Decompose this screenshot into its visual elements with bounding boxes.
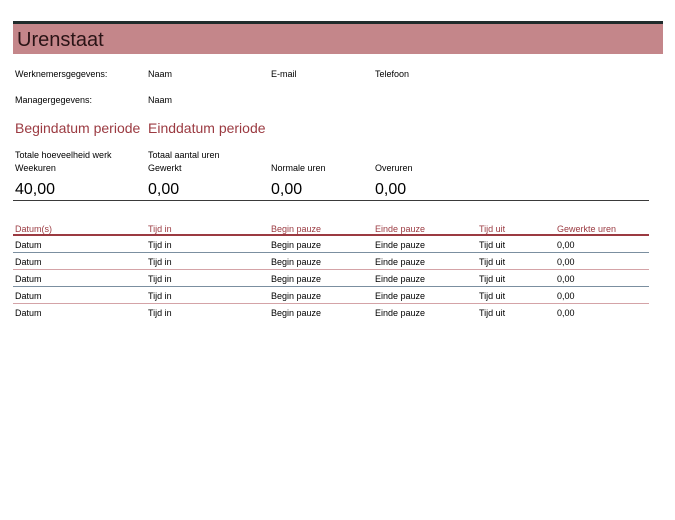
cell-time-out[interactable]: Tijd uit bbox=[479, 273, 505, 285]
cell-date[interactable]: Datum bbox=[15, 256, 42, 268]
cell-break-start[interactable]: Begin pauze bbox=[271, 307, 321, 319]
employee-info-label: Werknemersgegevens: bbox=[15, 69, 108, 79]
cell-time-out[interactable]: Tijd uit bbox=[479, 290, 505, 302]
cell-time-out[interactable]: Tijd uit bbox=[479, 256, 505, 268]
cell-time-in[interactable]: Tijd in bbox=[148, 307, 172, 319]
cell-time-in[interactable]: Tijd in bbox=[148, 290, 172, 302]
cell-break-end[interactable]: Einde pauze bbox=[375, 273, 425, 285]
cell-break-start[interactable]: Begin pauze bbox=[271, 273, 321, 285]
cell-break-end[interactable]: Einde pauze bbox=[375, 239, 425, 251]
employee-email-field[interactable]: E-mail bbox=[271, 68, 297, 80]
normal-hours-label: Normale uren bbox=[271, 163, 326, 173]
cell-time-in[interactable]: Tijd in bbox=[148, 256, 172, 268]
week-hours-value[interactable]: 40,00 bbox=[15, 181, 55, 199]
table-row: Datum Tijd in Begin pauze Einde pauze Ti… bbox=[13, 270, 649, 287]
cell-time-out[interactable]: Tijd uit bbox=[479, 307, 505, 319]
cell-hours-worked: 0,00 bbox=[557, 274, 575, 284]
cell-hours-worked: 0,00 bbox=[557, 308, 575, 318]
week-hours-label-line2: Weekuren bbox=[15, 163, 56, 173]
table-row: Datum Tijd in Begin pauze Einde pauze Ti… bbox=[13, 253, 649, 270]
cell-break-start[interactable]: Begin pauze bbox=[271, 256, 321, 268]
cell-break-end[interactable]: Einde pauze bbox=[375, 307, 425, 319]
cell-break-end[interactable]: Einde pauze bbox=[375, 256, 425, 268]
manager-info-label: Managergegevens: bbox=[15, 95, 93, 105]
week-hours-label-line1: Totale hoeveelheid werk bbox=[15, 150, 112, 160]
cell-break-start[interactable]: Begin pauze bbox=[271, 239, 321, 251]
overtime-value: 0,00 bbox=[375, 181, 407, 198]
cell-time-in[interactable]: Tijd in bbox=[148, 239, 172, 251]
cell-date[interactable]: Datum bbox=[15, 273, 42, 285]
employee-phone-field[interactable]: Telefoon bbox=[375, 68, 409, 80]
summary-rule bbox=[13, 200, 649, 201]
title-bar: Urenstaat bbox=[13, 24, 663, 54]
cell-break-start[interactable]: Begin pauze bbox=[271, 290, 321, 302]
page-title[interactable]: Urenstaat bbox=[17, 28, 104, 52]
worked-total-label-line1: Totaal aantal uren bbox=[148, 150, 220, 160]
normal-hours-value: 0,00 bbox=[271, 181, 303, 198]
period-end-field[interactable]: Einddatum periode bbox=[148, 120, 266, 136]
cell-hours-worked: 0,00 bbox=[557, 291, 575, 301]
cell-date[interactable]: Datum bbox=[15, 290, 42, 302]
manager-name-field[interactable]: Naam bbox=[148, 94, 172, 106]
worked-total-value: 0,00 bbox=[148, 181, 180, 198]
period-start-field[interactable]: Begindatum periode bbox=[15, 120, 140, 136]
cell-date[interactable]: Datum bbox=[15, 239, 42, 251]
overtime-label: Overuren bbox=[375, 163, 413, 173]
cell-break-end[interactable]: Einde pauze bbox=[375, 290, 425, 302]
table-row: Datum Tijd in Begin pauze Einde pauze Ti… bbox=[13, 287, 649, 304]
cell-hours-worked: 0,00 bbox=[557, 240, 575, 250]
table-row: Datum Tijd in Begin pauze Einde pauze Ti… bbox=[13, 236, 649, 253]
cell-time-out[interactable]: Tijd uit bbox=[479, 239, 505, 251]
cell-date[interactable]: Datum bbox=[15, 307, 42, 319]
employee-name-field[interactable]: Naam bbox=[148, 68, 172, 80]
worked-total-label-line2: Gewerkt bbox=[148, 163, 182, 173]
cell-time-in[interactable]: Tijd in bbox=[148, 273, 172, 285]
cell-hours-worked: 0,00 bbox=[557, 257, 575, 267]
table-row: Datum Tijd in Begin pauze Einde pauze Ti… bbox=[13, 304, 649, 321]
